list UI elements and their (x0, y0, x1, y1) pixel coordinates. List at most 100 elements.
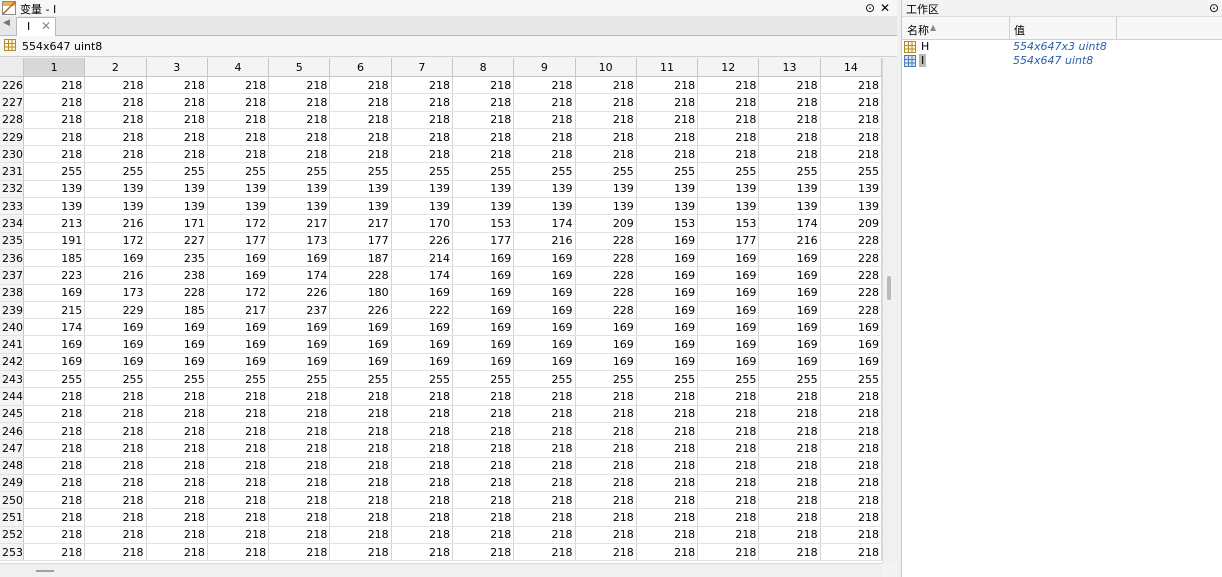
table-cell[interactable]: 169 (268, 353, 331, 372)
table-cell[interactable]: 218 (820, 145, 882, 164)
table-cell[interactable]: 218 (23, 145, 86, 164)
table-cell[interactable]: 218 (146, 387, 208, 406)
corner-cell[interactable] (0, 58, 24, 77)
table-cell[interactable]: 218 (391, 76, 453, 95)
table-cell[interactable]: 218 (268, 76, 331, 95)
table-cell[interactable]: 218 (268, 145, 331, 164)
table-cell[interactable]: 153 (636, 214, 699, 233)
table-cell[interactable]: 169 (207, 266, 270, 285)
table-cell[interactable]: 169 (758, 318, 821, 337)
table-cell[interactable]: 216 (84, 266, 147, 285)
table-cell[interactable]: 218 (758, 457, 821, 475)
table-cell[interactable]: 218 (452, 422, 515, 441)
table-cell[interactable]: 218 (697, 76, 760, 95)
table-cell[interactable]: 169 (636, 284, 699, 302)
table-cell[interactable]: 139 (268, 197, 331, 216)
table-cell[interactable]: 169 (513, 335, 576, 354)
table-cell[interactable]: 218 (84, 491, 147, 510)
column-header-11[interactable]: 11 (636, 58, 699, 77)
table-cell[interactable]: 218 (513, 491, 576, 510)
table-cell[interactable]: 139 (268, 180, 331, 199)
row-header[interactable]: 252 (0, 526, 24, 545)
workspace-row-I[interactable]: I 554x647 uint8 (902, 54, 1222, 68)
table-cell[interactable]: 173 (84, 284, 147, 302)
table-cell[interactable]: 171 (146, 214, 208, 233)
table-cell[interactable]: 218 (391, 439, 453, 458)
table-cell[interactable]: 216 (84, 214, 147, 233)
table-cell[interactable]: 169 (23, 335, 86, 354)
table-cell[interactable]: 218 (697, 543, 760, 562)
table-cell[interactable]: 218 (329, 76, 392, 95)
table-cell[interactable]: 218 (452, 457, 515, 475)
column-header-value[interactable]: 值 (1014, 22, 1025, 38)
table-cell[interactable]: 169 (84, 335, 147, 354)
table-cell[interactable]: 255 (84, 370, 147, 389)
table-cell[interactable]: 169 (513, 301, 576, 320)
table-cell[interactable]: 218 (758, 474, 821, 493)
tab-variable-I[interactable]: I ✕ (16, 17, 56, 36)
table-cell[interactable]: 169 (146, 335, 208, 354)
table-cell[interactable]: 218 (697, 491, 760, 510)
table-cell[interactable]: 218 (329, 93, 392, 112)
table-cell[interactable]: 255 (207, 370, 270, 389)
vertical-scroll-thumb[interactable] (887, 276, 891, 300)
table-cell[interactable]: 218 (452, 93, 515, 112)
table-cell[interactable]: 169 (697, 318, 760, 337)
table-cell[interactable]: 218 (84, 422, 147, 441)
row-header[interactable]: 228 (0, 111, 24, 129)
table-cell[interactable]: 218 (329, 405, 392, 423)
table-cell[interactable]: 218 (697, 93, 760, 112)
table-cell[interactable]: 185 (23, 249, 86, 268)
row-header[interactable]: 233 (0, 197, 24, 216)
table-cell[interactable]: 218 (146, 76, 208, 95)
table-cell[interactable]: 218 (207, 76, 270, 95)
table-cell[interactable]: 218 (820, 387, 882, 406)
table-cell[interactable]: 169 (513, 284, 576, 302)
table-cell[interactable]: 218 (329, 111, 392, 129)
table-cell[interactable]: 218 (636, 422, 699, 441)
table-cell[interactable]: 218 (758, 543, 821, 562)
table-cell[interactable]: 228 (575, 301, 637, 320)
panel-options-icon[interactable]: ⊙ (862, 0, 878, 16)
table-cell[interactable]: 229 (84, 301, 147, 320)
row-header[interactable]: 231 (0, 162, 24, 181)
table-cell[interactable]: 139 (84, 197, 147, 216)
table-cell[interactable]: 139 (23, 197, 86, 216)
table-cell[interactable]: 169 (452, 284, 515, 302)
table-cell[interactable]: 174 (391, 266, 453, 285)
table-cell[interactable]: 139 (329, 180, 392, 199)
table-cell[interactable]: 218 (513, 128, 576, 147)
table-cell[interactable]: 173 (268, 232, 331, 250)
column-header-12[interactable]: 12 (697, 58, 760, 77)
table-cell[interactable]: 169 (268, 249, 331, 268)
table-cell[interactable]: 218 (636, 439, 699, 458)
row-header[interactable]: 249 (0, 474, 24, 493)
table-cell[interactable]: 218 (146, 543, 208, 562)
row-header[interactable]: 245 (0, 405, 24, 423)
table-cell[interactable]: 169 (452, 249, 515, 268)
row-header[interactable]: 236 (0, 249, 24, 268)
table-cell[interactable]: 169 (513, 266, 576, 285)
table-cell[interactable]: 169 (758, 249, 821, 268)
table-cell[interactable]: 218 (513, 387, 576, 406)
table-cell[interactable]: 169 (697, 249, 760, 268)
table-cell[interactable]: 226 (391, 232, 453, 250)
table-cell[interactable]: 139 (452, 197, 515, 216)
column-header-3[interactable]: 3 (146, 58, 208, 77)
table-cell[interactable]: 218 (575, 128, 637, 147)
table-cell[interactable]: 139 (575, 197, 637, 216)
table-cell[interactable]: 218 (329, 422, 392, 441)
table-cell[interactable]: 139 (452, 180, 515, 199)
table-cell[interactable]: 139 (697, 180, 760, 199)
vertical-scrollbar[interactable] (882, 58, 897, 563)
table-cell[interactable]: 255 (452, 162, 515, 181)
table-cell[interactable]: 218 (207, 508, 270, 527)
table-cell[interactable]: 215 (23, 301, 86, 320)
table-cell[interactable]: 218 (452, 508, 515, 527)
table-cell[interactable]: 218 (207, 405, 270, 423)
table-cell[interactable]: 218 (575, 76, 637, 95)
table-cell[interactable]: 218 (329, 128, 392, 147)
table-cell[interactable]: 169 (758, 335, 821, 354)
table-cell[interactable]: 255 (146, 162, 208, 181)
table-cell[interactable]: 218 (758, 439, 821, 458)
